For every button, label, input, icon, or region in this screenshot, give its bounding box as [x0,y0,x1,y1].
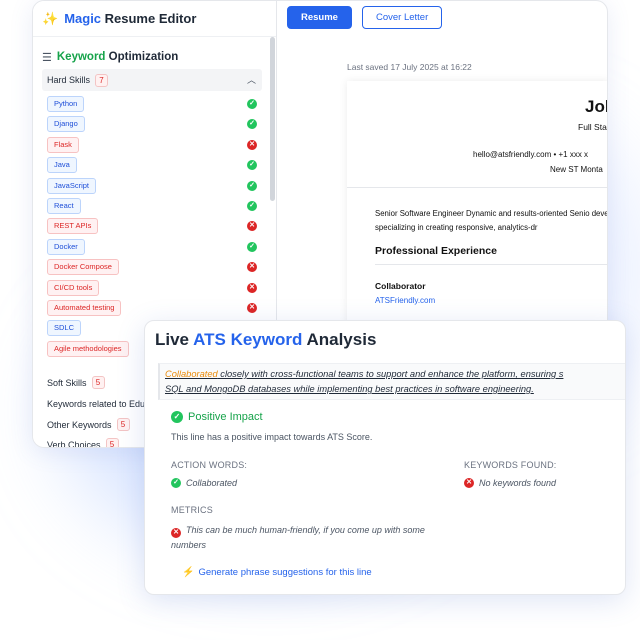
skill-row[interactable]: Docker Compose ✕ [47,258,261,278]
tab-cover-letter[interactable]: Cover Letter [361,6,443,29]
divider [375,264,607,265]
skill-chip[interactable]: Docker Compose [47,259,119,276]
x-circle-icon: ✕ [171,528,181,538]
x-circle-icon: ✕ [247,282,257,293]
x-circle-icon: ✕ [247,139,257,150]
resume-role: Full Sta [578,122,607,132]
analyzed-line: Collaborated closely with cross-function… [158,363,625,400]
skill-row[interactable]: CI/CD tools ✕ [47,279,261,299]
skill-chip[interactable]: Python [47,96,85,112]
line-text: SQL and MongoDB databases while implemen… [165,384,534,394]
job-title[interactable]: Collaborator [375,281,426,291]
count-badge: 5 [105,438,119,447]
category-soft-skills[interactable]: Soft Skills 5 [47,376,105,389]
skill-chip[interactable]: CI/CD tools [47,279,100,296]
skill-chip[interactable]: Flask [47,136,79,153]
panel-title: Live ATS Keyword Analysis [155,330,377,349]
keywords-found-value: ✕ No keywords found [464,478,556,488]
section-title: Keyword Optimization [56,51,179,63]
keywords-value: No keywords found [479,478,557,488]
action-words-label: ACTION WORDS: [171,460,248,470]
metrics-label: METRICS [171,505,213,515]
resume-address: New ST Monta [550,165,603,174]
skill-chip[interactable]: Docker [47,238,85,255]
action-word: Collaborated [186,478,238,488]
category-label: Soft Skills [47,377,87,388]
skill-chip[interactable]: Java [47,157,77,174]
skill-row[interactable]: Django ✓ [47,115,261,135]
category-other-keywords[interactable]: Other Keywords 5 [47,418,130,431]
line-text: closely with cross-functional teams to s… [217,369,564,379]
resume-section-title: Professional Experience [375,245,497,257]
x-circle-icon: ✕ [247,221,257,232]
generate-label: Generate phrase suggestions for this lin… [198,567,372,578]
category-label: Keywords related to Edu [47,399,146,409]
job-site-link[interactable]: ATSFriendly.com [375,296,435,305]
skill-chip[interactable]: REST APIs [47,218,99,235]
highlighted-keyword: Collaborated [165,369,218,379]
action-words-value: ✓ Collaborated [171,478,237,488]
count-badge: 5 [116,418,130,431]
skill-row[interactable]: Docker ✓ [47,238,261,258]
check-circle-icon: ✓ [171,478,181,488]
skill-row[interactable]: Flask ✕ [47,136,261,156]
count-badge: 7 [95,73,109,87]
check-circle-icon: ✓ [247,99,257,109]
skill-row[interactable]: REST APIs ✕ [47,217,261,237]
ats-analysis-panel: Live ATS Keyword Analysis Collaborated c… [144,320,626,595]
impact-title: Positive Impact [188,411,263,423]
check-circle-icon: ✓ [247,180,257,191]
x-circle-icon: ✕ [247,302,257,313]
chevron-up-icon[interactable]: ︿ [247,73,256,86]
document-tabs: Resume Cover Letter [287,6,443,29]
metrics-text: This can be much human-friendly, if you … [171,525,425,550]
resume-summary[interactable]: Senior Software Engineer Dynamic and res… [375,207,607,235]
x-circle-icon: ✕ [247,262,257,273]
last-saved-status: Last saved 17 July 2025 at 16:22 [347,62,472,72]
impact-description: This line has a positive impact towards … [171,432,373,442]
skill-chip[interactable]: JavaScript [47,177,97,194]
skill-chip[interactable]: SDLC [47,320,82,337]
skill-chip[interactable]: React [47,197,81,214]
skill-row[interactable]: Python ✓ [47,95,261,115]
check-circle-icon: ✓ [171,411,183,423]
check-circle-icon: ✓ [247,200,257,211]
category-verb-choices[interactable]: Verb Choices 5 [47,438,119,448]
scrollbar[interactable] [270,37,275,201]
sparkle-icon: ✨ [42,10,59,26]
check-circle-icon: ✓ [247,119,257,130]
metrics-value: ✕ This can be much human-friendly, if you… [171,523,451,552]
check-circle-icon: ✓ [247,241,257,252]
count-badge: 5 [91,376,105,389]
skill-row[interactable]: Automated testing ✕ [47,299,261,319]
skill-row[interactable]: Java ✓ [47,156,261,176]
impact-heading: ✓ Positive Impact [171,411,263,423]
resume-name: Jol [585,97,608,116]
magic-wand-icon: ⚡ [182,567,195,578]
hard-skills-label: Hard Skills [47,75,91,85]
skill-chip[interactable]: Django [47,116,85,133]
skill-chip[interactable]: Automated testing [47,299,122,316]
skill-chip[interactable]: Agile methodologies [47,340,129,357]
category-education[interactable]: Keywords related to Edu [47,399,145,409]
resume-contact: hello@atsfriendly.com • +1 xxx x [473,150,589,159]
check-circle-icon: ✓ [247,160,257,171]
skill-row[interactable]: React ✓ [47,197,261,217]
category-label: Other Keywords [47,419,112,430]
x-circle-icon: ✕ [464,478,474,488]
generate-suggestions-button[interactable]: ⚡ Generate phrase suggestions for this l… [182,567,372,578]
tab-resume[interactable]: Resume [287,6,352,29]
keywords-found-label: KEYWORDS FOUND: [464,460,557,470]
app-title: Magic Resume Editor [64,11,197,26]
divider [347,187,607,188]
list-icon: ☰ [42,51,52,64]
category-label: Verb Choices [47,439,101,448]
hard-skills-accordion[interactable]: Hard Skills 7 ︿ [42,69,262,91]
app-header: ✨ Magic Resume Editor [33,1,276,37]
skill-row[interactable]: JavaScript ✓ [47,177,261,197]
